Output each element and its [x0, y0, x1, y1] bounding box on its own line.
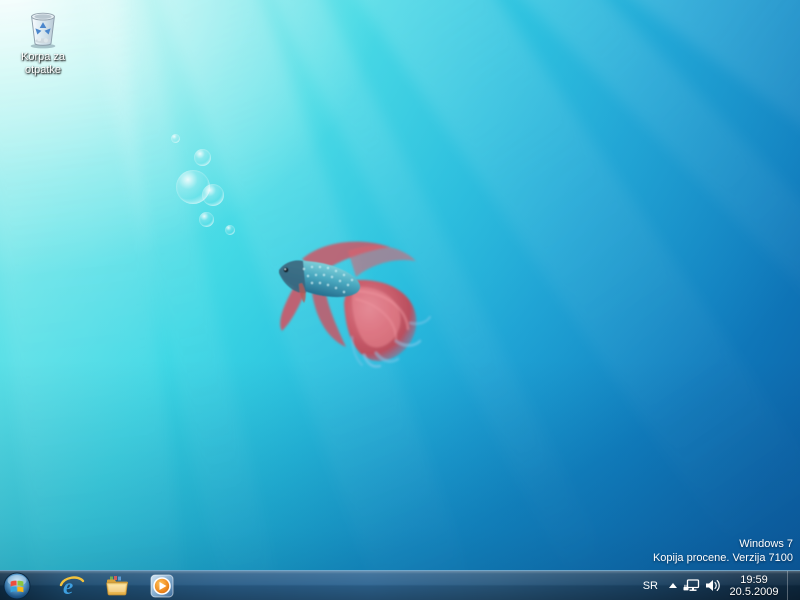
- build-watermark: Windows 7 Kopija procene. Verzija 7100: [653, 537, 793, 565]
- light-ray: [673, 0, 800, 417]
- light-ray: [428, 0, 800, 570]
- bubble: [225, 225, 235, 235]
- light-ray: [547, 0, 800, 570]
- betta-fish: [268, 237, 436, 373]
- taskbar-icon-windows-explorer[interactable]: [97, 572, 137, 600]
- folder-icon: [104, 573, 130, 599]
- taskbar-icon-windows-media-player[interactable]: [142, 572, 182, 600]
- internet-explorer-icon: e: [59, 573, 85, 599]
- taskbar-icon-internet-explorer[interactable]: e: [52, 572, 92, 600]
- watermark-line2: Kopija procene. Verzija 7100: [653, 551, 793, 565]
- pinned-apps: e: [52, 571, 187, 600]
- show-hidden-icons-button[interactable]: [665, 571, 681, 600]
- start-button[interactable]: [3, 572, 31, 600]
- volume-icon[interactable]: [702, 571, 723, 600]
- clock-time: 19:59: [726, 574, 782, 586]
- show-desktop-button[interactable]: [787, 571, 800, 600]
- windows-orb-icon: [3, 572, 31, 600]
- clock[interactable]: 19:59 20.5.2009: [726, 574, 782, 598]
- desktop[interactable]: Korpa za otpatke Windows 7 Kopija procen…: [0, 0, 800, 600]
- recycle-bin-icon[interactable]: Korpa za otpatke: [10, 6, 76, 77]
- speaker-glyph: [705, 579, 721, 592]
- recycle-bin-glyph: [24, 6, 62, 50]
- light-ray: [0, 0, 225, 570]
- network-glyph: [683, 579, 700, 593]
- chevron-up-icon: [669, 583, 677, 588]
- watermark-line1: Windows 7: [653, 537, 793, 551]
- clock-date: 20.5.2009: [726, 586, 782, 598]
- language-indicator[interactable]: SR: [636, 580, 665, 592]
- bubble: [199, 212, 214, 227]
- taskbar: e: [0, 570, 800, 600]
- bubble: [171, 134, 180, 143]
- network-icon[interactable]: [681, 571, 702, 600]
- bubble: [194, 149, 211, 166]
- recycle-bin-label: Korpa za otpatke: [10, 51, 76, 77]
- media-player-icon: [149, 573, 175, 599]
- system-tray: SR: [636, 571, 800, 600]
- bubble: [202, 184, 224, 206]
